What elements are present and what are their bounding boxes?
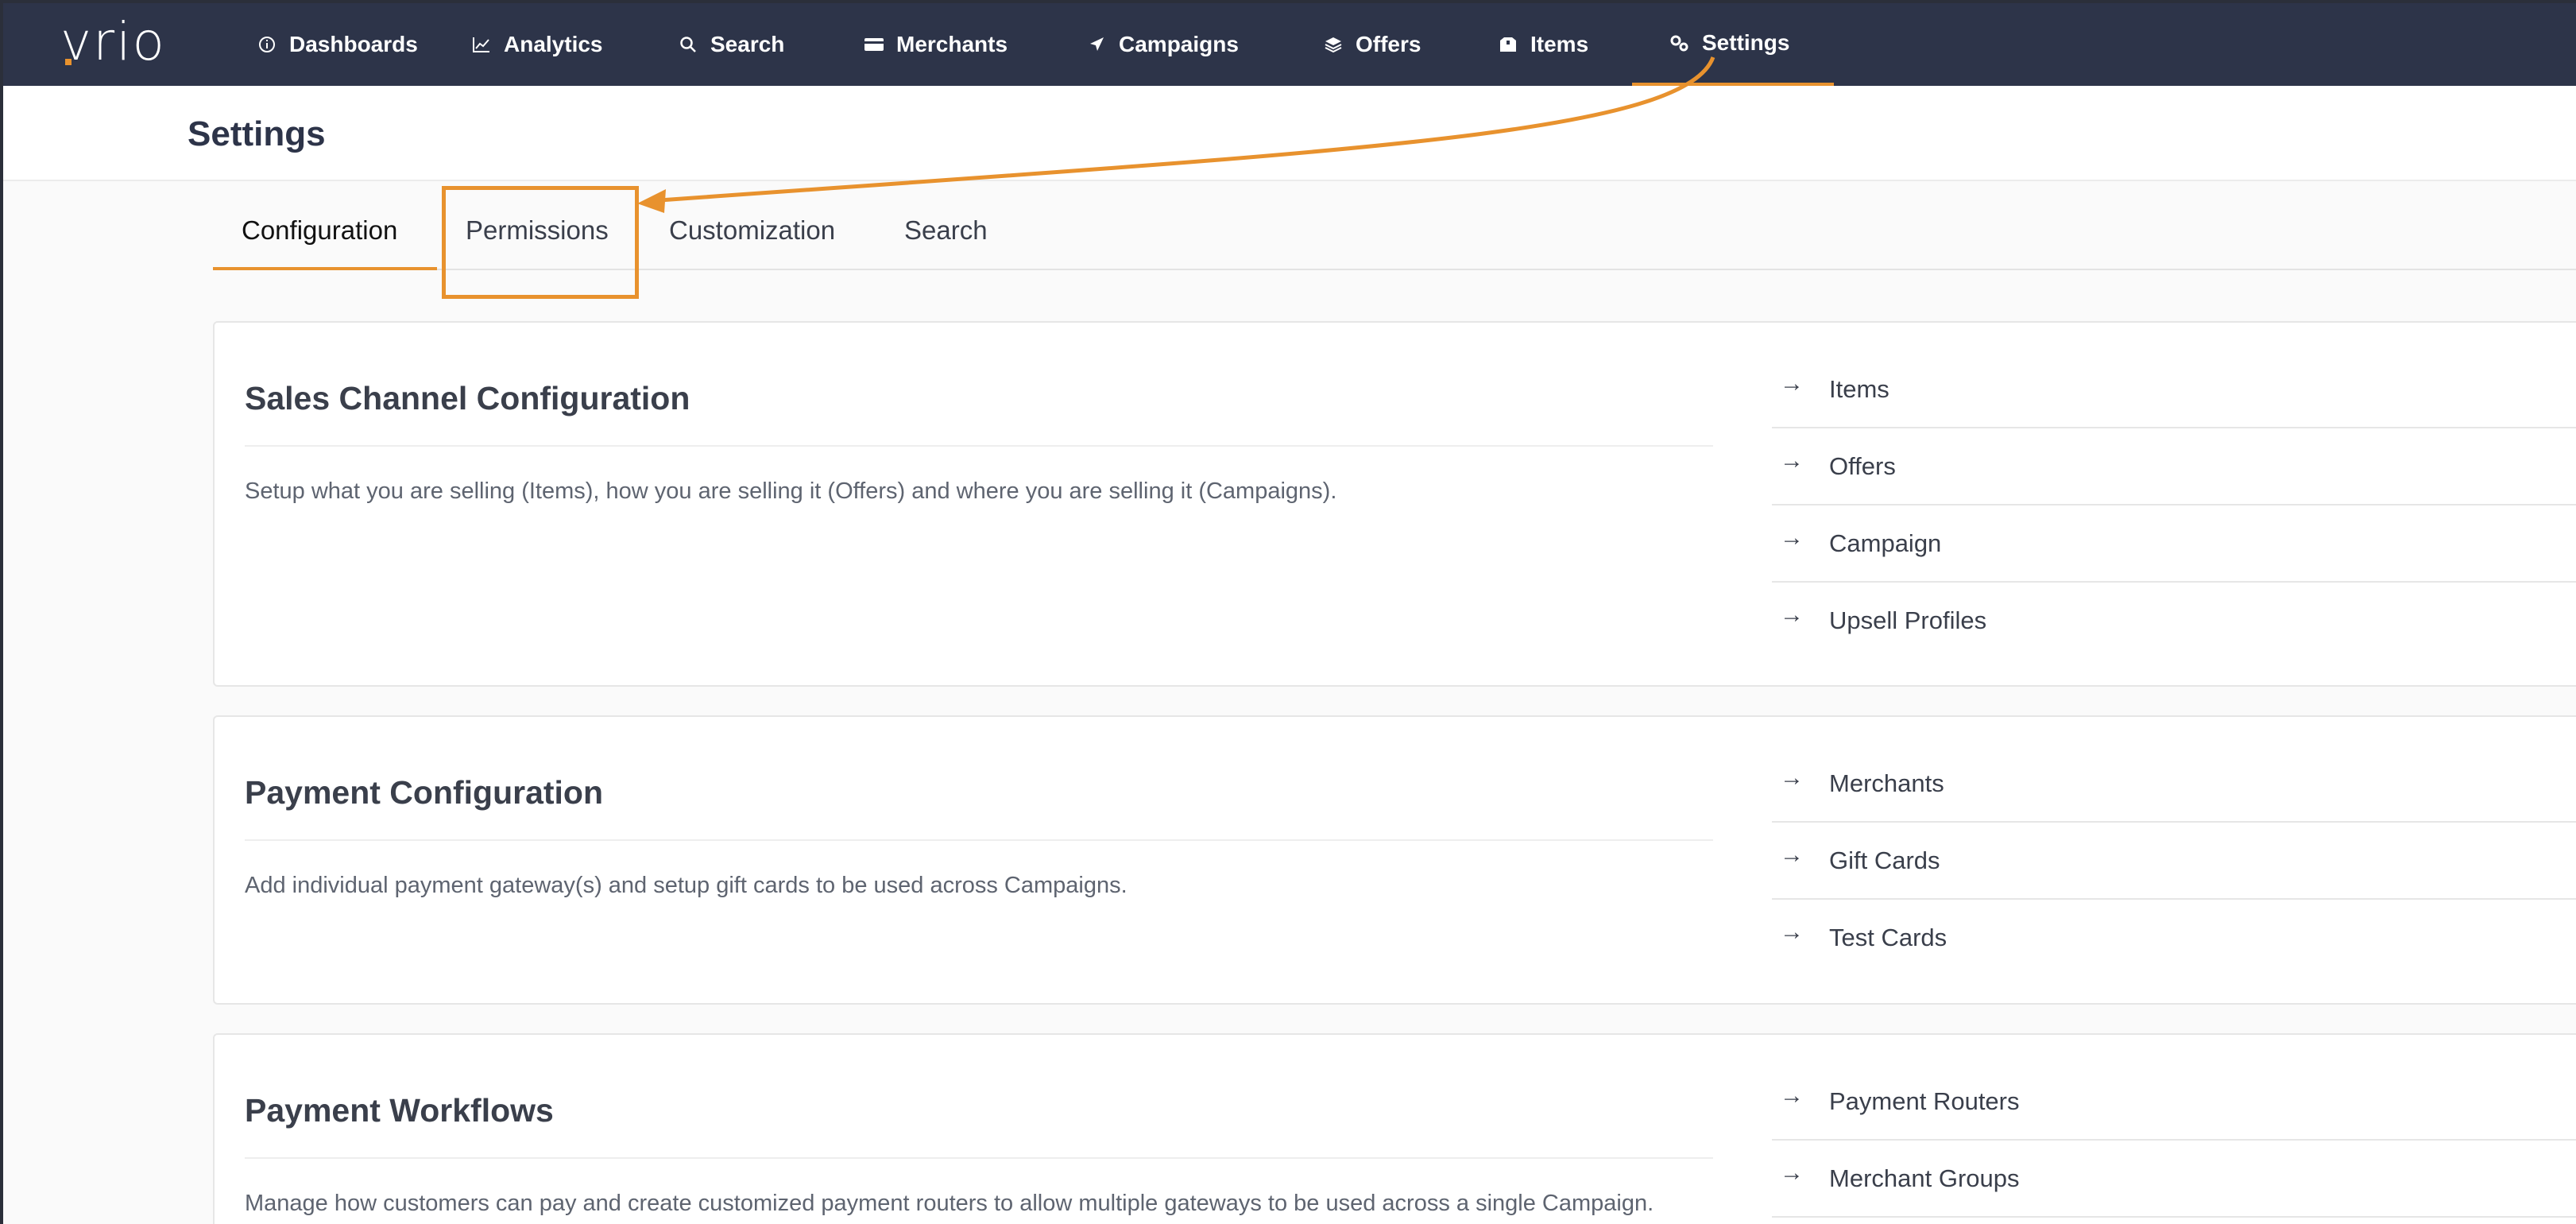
- nav-settings[interactable]: Settings: [1632, 3, 1834, 86]
- link-campaign[interactable]: → Campaign: [1772, 505, 2576, 583]
- arrow-right-icon: →: [1780, 1160, 1804, 1186]
- nav-items[interactable]: Items: [1497, 3, 1588, 86]
- nav-label: Analytics: [504, 32, 603, 56]
- nav-label: Settings: [1702, 30, 1790, 55]
- info-circle-icon: [256, 33, 278, 56]
- arrow-right-icon: →: [1780, 919, 1804, 945]
- gears-icon: [1669, 32, 1691, 54]
- nav-campaigns[interactable]: Campaigns: [1085, 3, 1239, 86]
- arrow-right-icon: →: [1780, 602, 1804, 628]
- section-card-payment-configuration: Payment Configuration Add individual pay…: [213, 715, 2576, 1005]
- section-title: Payment Workflows: [245, 1092, 554, 1129]
- link-label: Merchants: [1829, 769, 1944, 797]
- nav-search[interactable]: Search: [677, 3, 784, 86]
- nav-label: Offers: [1356, 32, 1421, 56]
- nav-analytics[interactable]: Analytics: [470, 3, 603, 86]
- link-upsell-profiles[interactable]: → Upsell Profiles: [1772, 583, 2576, 660]
- page-header: Settings: [3, 86, 2576, 181]
- link-label: Campaign: [1829, 529, 1942, 557]
- logo-accent: [65, 59, 72, 65]
- section-card-payment-workflows: Payment Workflows Manage how customers c…: [213, 1033, 2576, 1224]
- section-links: → Items → Offers → Campaign → Upsell Pro…: [1772, 351, 2576, 660]
- link-label: Gift Cards: [1829, 846, 1940, 874]
- nav-merchants[interactable]: Merchants: [863, 3, 1008, 86]
- arrow-right-icon: →: [1780, 765, 1804, 791]
- nav-label: Campaigns: [1119, 32, 1239, 56]
- tab-configuration[interactable]: Configuration: [213, 191, 437, 270]
- logo-text: vrio: [60, 11, 166, 72]
- link-test-cards[interactable]: → Test Cards: [1772, 900, 2576, 977]
- nav-offers[interactable]: Offers: [1322, 3, 1421, 86]
- layers-icon: [1322, 33, 1344, 56]
- nav-label: Items: [1530, 32, 1589, 56]
- nav-label: Dashboards: [289, 32, 418, 56]
- tab-search[interactable]: Search: [904, 191, 988, 270]
- link-label: Offers: [1829, 452, 1896, 480]
- permissions-highlight-box: [442, 186, 639, 299]
- section-divider: [245, 445, 1713, 447]
- link-merchant-groups[interactable]: → Merchant Groups: [1772, 1141, 2576, 1218]
- nav-label: Merchants: [896, 32, 1008, 56]
- section-links: → Merchants → Gift Cards → Test Cards: [1772, 746, 2576, 977]
- link-payment-routers[interactable]: → Payment Routers: [1772, 1063, 2576, 1141]
- vrio-logo[interactable]: vrio: [60, 14, 203, 70]
- arrow-right-icon: →: [1780, 1083, 1804, 1109]
- section-description: Add individual payment gateway(s) and se…: [245, 873, 1127, 898]
- section-description: Setup what you are selling (Items), how …: [245, 478, 1337, 504]
- arrow-right-icon: →: [1780, 842, 1804, 868]
- link-label: Payment Routers: [1829, 1087, 2020, 1115]
- section-divider: [245, 1157, 1713, 1159]
- link-label: Merchant Groups: [1829, 1164, 2020, 1192]
- arrow-right-icon: →: [1780, 370, 1804, 397]
- tab-customization[interactable]: Customization: [669, 191, 835, 270]
- box-icon: [1497, 33, 1519, 56]
- credit-card-icon: [863, 33, 885, 56]
- link-items[interactable]: → Items: [1772, 351, 2576, 428]
- link-gift-cards[interactable]: → Gift Cards: [1772, 823, 2576, 900]
- arrow-right-icon: →: [1780, 447, 1804, 474]
- line-chart-icon: [470, 33, 493, 56]
- section-card-sales-channel: Sales Channel Configuration Setup what y…: [213, 321, 2576, 687]
- link-label: Upsell Profiles: [1829, 606, 1987, 634]
- section-description: Manage how customers can pay and create …: [245, 1191, 1654, 1216]
- link-offers[interactable]: → Offers: [1772, 428, 2576, 505]
- arrow-right-icon: →: [1780, 525, 1804, 551]
- section-title: Payment Configuration: [245, 774, 604, 811]
- nav-dashboards[interactable]: Dashboards: [256, 3, 418, 86]
- app-window: vrio Dashboards Analytics Search Merchan…: [3, 3, 2576, 1224]
- search-icon: [677, 33, 699, 56]
- link-label: Test Cards: [1829, 924, 1947, 951]
- page-title: Settings: [188, 114, 326, 153]
- top-navigation: vrio Dashboards Analytics Search Merchan…: [3, 3, 2576, 86]
- section-title: Sales Channel Configuration: [245, 380, 690, 416]
- section-divider: [245, 839, 1713, 841]
- link-merchants[interactable]: → Merchants: [1772, 746, 2576, 823]
- section-links: → Payment Routers → Merchant Groups: [1772, 1063, 2576, 1218]
- nav-label: Search: [710, 32, 785, 56]
- link-label: Items: [1829, 375, 1889, 403]
- paper-plane-icon: [1085, 33, 1108, 56]
